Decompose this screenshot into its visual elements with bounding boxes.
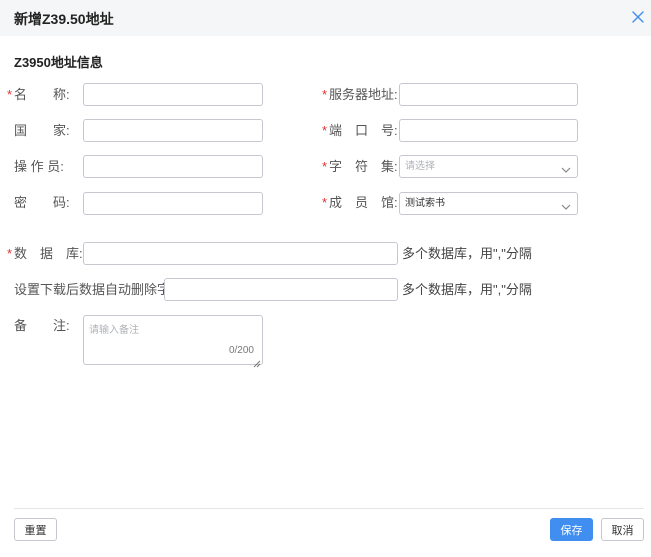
member-label: 成 员 馆: (329, 195, 398, 210)
remark-label: 备 注: (14, 318, 70, 333)
database-input[interactable] (83, 242, 398, 265)
auto-delete-hint: 多个数据库，用","分隔 (402, 282, 532, 297)
footer-divider (14, 508, 644, 509)
password-label: 密 码: (14, 195, 70, 210)
name-input[interactable] (83, 83, 263, 106)
cancel-button[interactable]: 取消 (601, 518, 644, 541)
country-input[interactable] (83, 119, 263, 142)
port-label: 端 口 号: (329, 123, 398, 138)
chevron-down-icon (561, 162, 571, 173)
member-value: 测试索书 (405, 198, 445, 209)
save-button[interactable]: 保存 (550, 518, 593, 541)
auto-delete-label: 设置下载后数据自动删除字段: (14, 282, 187, 297)
section-title: Z3950地址信息 (14, 55, 103, 70)
required-mark: * (322, 195, 328, 210)
country-label: 国 家: (14, 123, 70, 138)
database-hint: 多个数据库，用","分隔 (402, 246, 532, 261)
required-mark: * (322, 87, 328, 102)
dialog-title: 新增Z39.50地址 (14, 11, 114, 27)
port-input[interactable] (399, 119, 578, 142)
dialog-header: 新增Z39.50地址 (0, 0, 651, 36)
name-label: 名 称: (14, 87, 70, 102)
charset-label: 字 符 集: (329, 159, 398, 174)
resize-handle-icon[interactable] (253, 355, 261, 368)
password-input[interactable] (83, 192, 263, 215)
operator-label: 操 作 员: (14, 159, 64, 174)
member-select[interactable]: 测试索书 (399, 192, 578, 215)
operator-input[interactable] (83, 155, 263, 178)
close-icon[interactable] (630, 9, 646, 25)
remark-textarea[interactable] (84, 316, 262, 364)
required-mark: * (7, 246, 13, 261)
auto-delete-input[interactable] (164, 278, 398, 301)
charset-placeholder: 请选择 (405, 161, 435, 172)
chevron-down-icon (561, 199, 571, 210)
server-label: 服务器地址: (329, 87, 398, 102)
database-label: 数 据 库: (14, 246, 83, 261)
required-mark: * (322, 123, 328, 138)
remark-counter: 0/200 (228, 345, 254, 356)
charset-select[interactable]: 请选择 (399, 155, 578, 178)
required-mark: * (322, 159, 328, 174)
remark-field[interactable]: 0/200 (83, 315, 263, 368)
required-mark: * (7, 87, 13, 102)
server-input[interactable] (399, 83, 578, 106)
reset-button[interactable]: 重置 (14, 518, 57, 541)
